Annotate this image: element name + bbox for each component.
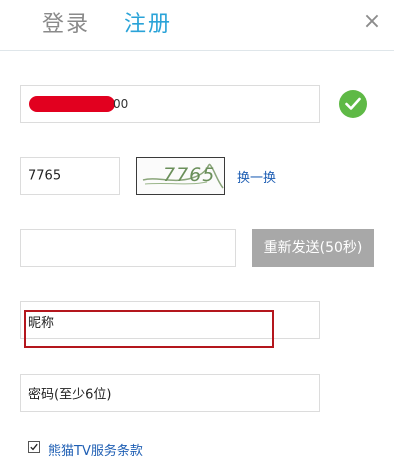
- tab-login[interactable]: 登录: [42, 10, 90, 40]
- captcha-text: 7765: [163, 164, 216, 186]
- phone-value-visible: 00: [113, 97, 129, 111]
- close-icon[interactable]: ×: [362, 10, 382, 34]
- terms-checkbox[interactable]: [28, 441, 40, 453]
- sms-code-input[interactable]: [20, 229, 236, 267]
- check-circle-icon: [339, 90, 367, 118]
- terms-link[interactable]: 熊猫TV服务条款: [48, 440, 143, 459]
- captcha-input-value: 7765: [28, 168, 62, 184]
- phone-field[interactable]: 00: [20, 85, 320, 123]
- captcha-input[interactable]: 7765: [20, 157, 120, 195]
- register-dialog: 登录 注册 × 00 7765 7765 换一换 重新发送(50秒) 昵称 密码…: [0, 0, 394, 467]
- dialog-header: 登录 注册 ×: [0, 0, 394, 51]
- redaction-mark: [29, 96, 115, 112]
- password-input[interactable]: 密码(至少6位): [20, 374, 320, 412]
- tab-register[interactable]: 注册: [124, 10, 172, 40]
- refresh-captcha-link[interactable]: 换一换: [237, 167, 276, 186]
- captcha-image[interactable]: 7765: [136, 157, 225, 195]
- password-placeholder: 密码(至少6位): [28, 387, 112, 403]
- resend-code-button[interactable]: 重新发送(50秒): [252, 229, 374, 267]
- nickname-highlight-box: [24, 310, 274, 348]
